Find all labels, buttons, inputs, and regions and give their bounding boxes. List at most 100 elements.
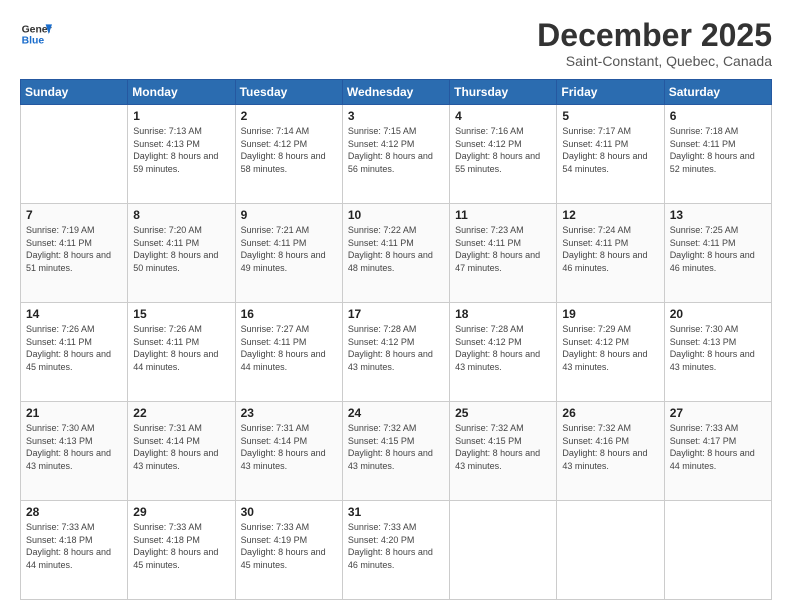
day-number: 6 bbox=[670, 109, 766, 123]
calendar-subtitle: Saint-Constant, Quebec, Canada bbox=[537, 53, 772, 69]
calendar-week-1: 7 Sunrise: 7:19 AMSunset: 4:11 PMDaylight… bbox=[21, 204, 772, 303]
calendar-cell bbox=[557, 501, 664, 600]
logo-icon: General Blue bbox=[20, 18, 52, 50]
day-number: 13 bbox=[670, 208, 766, 222]
calendar-cell: 4 Sunrise: 7:16 AMSunset: 4:12 PMDaylight… bbox=[450, 105, 557, 204]
calendar-cell: 19 Sunrise: 7:29 AMSunset: 4:12 PMDayligh… bbox=[557, 303, 664, 402]
calendar-week-3: 21 Sunrise: 7:30 AMSunset: 4:13 PMDayligh… bbox=[21, 402, 772, 501]
cell-info: Sunrise: 7:17 AMSunset: 4:11 PMDaylight:… bbox=[562, 125, 658, 175]
cell-info: Sunrise: 7:20 AMSunset: 4:11 PMDaylight:… bbox=[133, 224, 229, 274]
calendar-cell bbox=[450, 501, 557, 600]
calendar-cell: 13 Sunrise: 7:25 AMSunset: 4:11 PMDayligh… bbox=[664, 204, 771, 303]
day-number: 5 bbox=[562, 109, 658, 123]
day-number: 31 bbox=[348, 505, 444, 519]
calendar-week-0: 1 Sunrise: 7:13 AMSunset: 4:13 PMDaylight… bbox=[21, 105, 772, 204]
day-number: 7 bbox=[26, 208, 122, 222]
col-saturday: Saturday bbox=[664, 80, 771, 105]
calendar-cell: 22 Sunrise: 7:31 AMSunset: 4:14 PMDayligh… bbox=[128, 402, 235, 501]
calendar-cell: 28 Sunrise: 7:33 AMSunset: 4:18 PMDayligh… bbox=[21, 501, 128, 600]
cell-info: Sunrise: 7:26 AMSunset: 4:11 PMDaylight:… bbox=[26, 323, 122, 373]
calendar-cell: 23 Sunrise: 7:31 AMSunset: 4:14 PMDayligh… bbox=[235, 402, 342, 501]
cell-info: Sunrise: 7:25 AMSunset: 4:11 PMDaylight:… bbox=[670, 224, 766, 274]
cell-info: Sunrise: 7:28 AMSunset: 4:12 PMDaylight:… bbox=[348, 323, 444, 373]
col-tuesday: Tuesday bbox=[235, 80, 342, 105]
calendar-cell: 30 Sunrise: 7:33 AMSunset: 4:19 PMDayligh… bbox=[235, 501, 342, 600]
calendar-cell: 21 Sunrise: 7:30 AMSunset: 4:13 PMDayligh… bbox=[21, 402, 128, 501]
calendar-cell: 1 Sunrise: 7:13 AMSunset: 4:13 PMDaylight… bbox=[128, 105, 235, 204]
cell-info: Sunrise: 7:30 AMSunset: 4:13 PMDaylight:… bbox=[26, 422, 122, 472]
logo: General Blue bbox=[20, 18, 52, 50]
cell-info: Sunrise: 7:28 AMSunset: 4:12 PMDaylight:… bbox=[455, 323, 551, 373]
day-number: 30 bbox=[241, 505, 337, 519]
cell-info: Sunrise: 7:31 AMSunset: 4:14 PMDaylight:… bbox=[133, 422, 229, 472]
calendar-cell: 14 Sunrise: 7:26 AMSunset: 4:11 PMDayligh… bbox=[21, 303, 128, 402]
cell-info: Sunrise: 7:32 AMSunset: 4:16 PMDaylight:… bbox=[562, 422, 658, 472]
calendar-title: December 2025 bbox=[537, 18, 772, 53]
cell-info: Sunrise: 7:13 AMSunset: 4:13 PMDaylight:… bbox=[133, 125, 229, 175]
calendar-cell: 8 Sunrise: 7:20 AMSunset: 4:11 PMDaylight… bbox=[128, 204, 235, 303]
calendar-cell: 7 Sunrise: 7:19 AMSunset: 4:11 PMDaylight… bbox=[21, 204, 128, 303]
svg-text:Blue: Blue bbox=[22, 36, 45, 47]
col-friday: Friday bbox=[557, 80, 664, 105]
cell-info: Sunrise: 7:29 AMSunset: 4:12 PMDaylight:… bbox=[562, 323, 658, 373]
calendar-cell: 27 Sunrise: 7:33 AMSunset: 4:17 PMDayligh… bbox=[664, 402, 771, 501]
col-wednesday: Wednesday bbox=[342, 80, 449, 105]
calendar-cell: 25 Sunrise: 7:32 AMSunset: 4:15 PMDayligh… bbox=[450, 402, 557, 501]
calendar-table: Sunday Monday Tuesday Wednesday Thursday… bbox=[20, 79, 772, 600]
day-number: 1 bbox=[133, 109, 229, 123]
calendar-cell: 24 Sunrise: 7:32 AMSunset: 4:15 PMDayligh… bbox=[342, 402, 449, 501]
cell-info: Sunrise: 7:33 AMSunset: 4:18 PMDaylight:… bbox=[26, 521, 122, 571]
day-number: 28 bbox=[26, 505, 122, 519]
cell-info: Sunrise: 7:27 AMSunset: 4:11 PMDaylight:… bbox=[241, 323, 337, 373]
day-number: 17 bbox=[348, 307, 444, 321]
day-number: 12 bbox=[562, 208, 658, 222]
day-number: 22 bbox=[133, 406, 229, 420]
calendar-cell: 16 Sunrise: 7:27 AMSunset: 4:11 PMDayligh… bbox=[235, 303, 342, 402]
calendar-cell: 20Sunrise: 7:30 AMSunset: 4:13 PMDayligh… bbox=[664, 303, 771, 402]
cell-info: Sunrise: 7:16 AMSunset: 4:12 PMDaylight:… bbox=[455, 125, 551, 175]
calendar-week-2: 14 Sunrise: 7:26 AMSunset: 4:11 PMDayligh… bbox=[21, 303, 772, 402]
calendar-cell: 29Sunrise: 7:33 AMSunset: 4:18 PMDayligh… bbox=[128, 501, 235, 600]
calendar-cell: 15Sunrise: 7:26 AMSunset: 4:11 PMDayligh… bbox=[128, 303, 235, 402]
col-sunday: Sunday bbox=[21, 80, 128, 105]
day-number: 18 bbox=[455, 307, 551, 321]
calendar-cell: 6Sunrise: 7:18 AMSunset: 4:11 PMDaylight… bbox=[664, 105, 771, 204]
calendar-cell: 26Sunrise: 7:32 AMSunset: 4:16 PMDayligh… bbox=[557, 402, 664, 501]
cell-info: Sunrise: 7:15 AMSunset: 4:12 PMDaylight:… bbox=[348, 125, 444, 175]
calendar-cell: 10Sunrise: 7:22 AMSunset: 4:11 PMDayligh… bbox=[342, 204, 449, 303]
day-number: 27 bbox=[670, 406, 766, 420]
day-number: 2 bbox=[241, 109, 337, 123]
col-thursday: Thursday bbox=[450, 80, 557, 105]
cell-info: Sunrise: 7:33 AMSunset: 4:20 PMDaylight:… bbox=[348, 521, 444, 571]
cell-info: Sunrise: 7:31 AMSunset: 4:14 PMDaylight:… bbox=[241, 422, 337, 472]
calendar-cell: 17 Sunrise: 7:28 AMSunset: 4:12 PMDayligh… bbox=[342, 303, 449, 402]
day-number: 19 bbox=[562, 307, 658, 321]
day-number: 9 bbox=[241, 208, 337, 222]
cell-info: Sunrise: 7:19 AMSunset: 4:11 PMDaylight:… bbox=[26, 224, 122, 274]
cell-info: Sunrise: 7:22 AMSunset: 4:11 PMDaylight:… bbox=[348, 224, 444, 274]
header-row: Sunday Monday Tuesday Wednesday Thursday… bbox=[21, 80, 772, 105]
day-number: 21 bbox=[26, 406, 122, 420]
col-monday: Monday bbox=[128, 80, 235, 105]
cell-info: Sunrise: 7:24 AMSunset: 4:11 PMDaylight:… bbox=[562, 224, 658, 274]
title-block: December 2025 Saint-Constant, Quebec, Ca… bbox=[537, 18, 772, 69]
calendar-cell: 3Sunrise: 7:15 AMSunset: 4:12 PMDaylight… bbox=[342, 105, 449, 204]
calendar-cell bbox=[664, 501, 771, 600]
day-number: 4 bbox=[455, 109, 551, 123]
day-number: 23 bbox=[241, 406, 337, 420]
cell-info: Sunrise: 7:33 AMSunset: 4:18 PMDaylight:… bbox=[133, 521, 229, 571]
cell-info: Sunrise: 7:23 AMSunset: 4:11 PMDaylight:… bbox=[455, 224, 551, 274]
day-number: 25 bbox=[455, 406, 551, 420]
cell-info: Sunrise: 7:32 AMSunset: 4:15 PMDaylight:… bbox=[348, 422, 444, 472]
calendar-cell bbox=[21, 105, 128, 204]
day-number: 8 bbox=[133, 208, 229, 222]
day-number: 24 bbox=[348, 406, 444, 420]
calendar-cell: 5 Sunrise: 7:17 AMSunset: 4:11 PMDaylight… bbox=[557, 105, 664, 204]
day-number: 15 bbox=[133, 307, 229, 321]
day-number: 16 bbox=[241, 307, 337, 321]
cell-info: Sunrise: 7:32 AMSunset: 4:15 PMDaylight:… bbox=[455, 422, 551, 472]
cell-info: Sunrise: 7:30 AMSunset: 4:13 PMDaylight:… bbox=[670, 323, 766, 373]
day-number: 14 bbox=[26, 307, 122, 321]
cell-info: Sunrise: 7:33 AMSunset: 4:17 PMDaylight:… bbox=[670, 422, 766, 472]
cell-info: Sunrise: 7:33 AMSunset: 4:19 PMDaylight:… bbox=[241, 521, 337, 571]
